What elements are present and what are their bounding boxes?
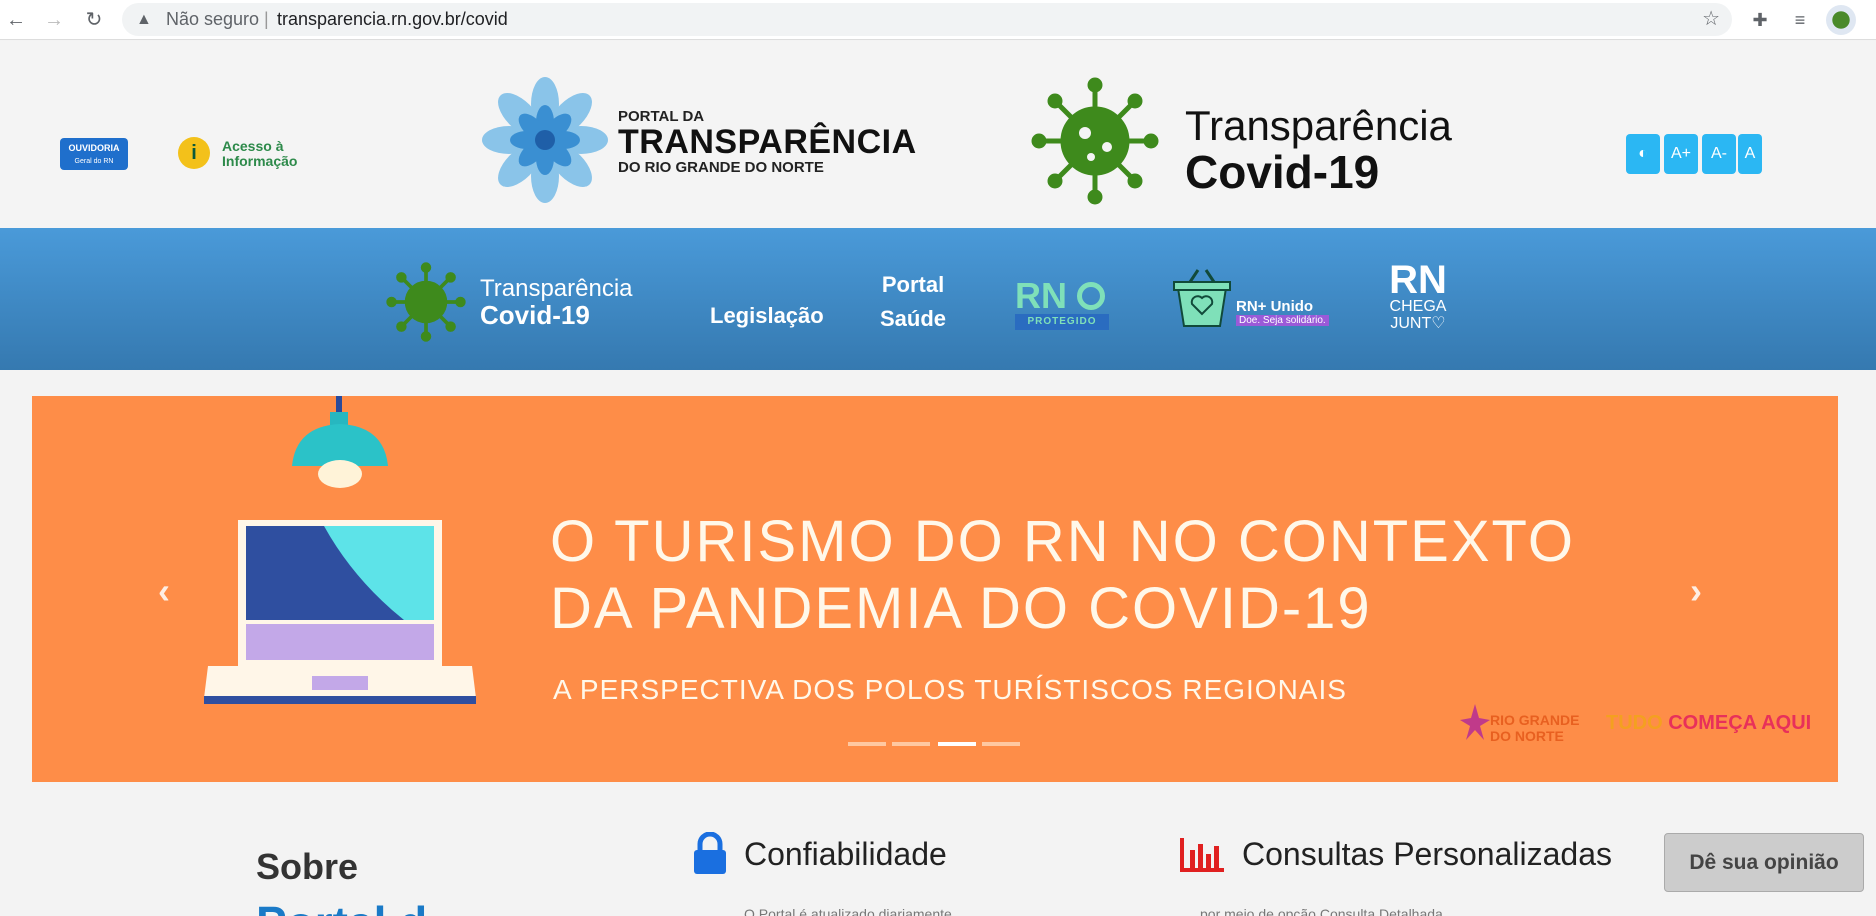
rn-protegido-badge xyxy=(1077,282,1105,310)
rn-chega-junto-link[interactable]: RN CHEGA JUNT♡ xyxy=(1386,258,1450,332)
portal-saude-line1: Portal xyxy=(881,272,945,297)
star-flower-icon xyxy=(1460,704,1490,740)
slogan-pre: TUDO xyxy=(1606,712,1663,734)
carousel-prev-icon[interactable]: ‹ xyxy=(158,570,170,612)
warning-icon[interactable]: ▲ xyxy=(136,3,152,36)
rn-protegido-label: PROTEGIDO xyxy=(1015,314,1109,330)
rn-protegido-link[interactable]: RN PROTEGIDO xyxy=(1015,278,1109,330)
portal-saude-line2: Saúde xyxy=(880,306,947,331)
back-icon[interactable]: ← xyxy=(2,6,30,34)
bookmark-star-icon[interactable]: ☆ xyxy=(1702,3,1720,36)
contrast-button[interactable]: ◐ xyxy=(1626,134,1660,174)
headline-line2: DA PANDEMIA DO COVID-19 xyxy=(550,576,1372,641)
nav-portal-saude-link[interactable]: Portal Saúde xyxy=(880,268,946,336)
ouvidoria-logo[interactable]: OUVIDORIA Geral do RN xyxy=(60,138,128,170)
reload-icon[interactable]: ↻ xyxy=(80,6,108,34)
acesso-informacao-logo[interactable]: i Acesso à Informação xyxy=(178,135,298,175)
nav-virus-icon[interactable] xyxy=(386,262,466,342)
rn-protegido-big: RN xyxy=(1015,275,1067,316)
rn-chega-line2: JUNT♡ xyxy=(1390,315,1446,332)
lamp-illustration xyxy=(292,396,388,488)
banner-headline: O TURISMO DO RN NO CONTEXTO DA PANDEMIA … xyxy=(550,508,1575,642)
lock-icon xyxy=(694,832,726,874)
slogan-main: COMEÇA AQUI xyxy=(1668,712,1812,734)
banner-subline: A PERSPECTIVA DOS POLOS TURÍSTISCOS REGI… xyxy=(553,674,1347,705)
font-decrease-button[interactable]: A- xyxy=(1702,134,1736,174)
nav-legislacao-link[interactable]: Legislação xyxy=(710,303,824,329)
address-bar[interactable]: ▲ Não seguro | transparencia.rn.gov.br/c… xyxy=(122,3,1732,36)
carousel-dot-2[interactable] xyxy=(892,742,930,746)
rn-chega-big: RN xyxy=(1389,258,1447,302)
extensions-icon[interactable]: ✚ xyxy=(1746,6,1774,34)
basket-heart-icon[interactable] xyxy=(1172,266,1232,328)
confiabilidade-text: O Portal é atualizado diariamente xyxy=(744,906,952,916)
ouvidoria-sub: Geral do RN xyxy=(74,158,114,165)
sobre-heading: Sobre xyxy=(256,846,359,887)
nav-covid-link[interactable]: Transparência Covid-19 xyxy=(480,275,633,330)
profile-avatar[interactable] xyxy=(1826,5,1856,35)
portal-heading: Portal d xyxy=(256,896,427,916)
confiabilidade-heading: Confiabilidade xyxy=(744,836,947,872)
carousel-next-icon[interactable]: › xyxy=(1690,570,1702,612)
feedback-button[interactable]: Dê sua opinião xyxy=(1664,833,1864,892)
headline-line1: O TURISMO DO RN NO CONTEXTO xyxy=(550,509,1576,574)
portal-big: TRANSPARÊNCIA xyxy=(618,123,917,161)
portal-flower-icon[interactable] xyxy=(482,77,608,203)
url-text[interactable]: transparencia.rn.gov.br/covid xyxy=(277,3,508,36)
portal-sub: DO RIO GRANDE DO NORTE xyxy=(618,159,824,176)
forward-icon[interactable]: → xyxy=(40,6,68,34)
rn-unido-link[interactable]: RN+ Unido Doe. Seja solidário. xyxy=(1236,298,1329,326)
rn-chega-line1: CHEGA xyxy=(1389,298,1447,315)
bar-chart-icon xyxy=(1180,838,1224,872)
url-separator: | xyxy=(264,9,269,29)
tudo-comeca-aqui-slogan: TUDO COMEÇA AQUI xyxy=(1606,712,1811,735)
rn-unido-sub: Doe. Seja solidário. xyxy=(1236,315,1329,326)
ouvidoria-label: OUVIDORIA xyxy=(68,143,120,153)
rn-tourism-text: RIO GRANDE DO NORTE xyxy=(1490,712,1580,744)
covid-line2: Covid-19 xyxy=(1185,146,1380,198)
font-reset-button[interactable]: A xyxy=(1738,134,1762,174)
nav-covid-line2: Covid-19 xyxy=(480,300,590,330)
browser-toolbar: ← → ↻ ▲ Não seguro | transparencia.rn.go… xyxy=(0,0,1876,40)
font-increase-button[interactable]: A+ xyxy=(1664,134,1698,174)
carousel-dot-1[interactable] xyxy=(848,742,886,746)
media-queue-icon[interactable]: ≡ xyxy=(1786,6,1814,34)
laptop-illustration xyxy=(204,520,476,704)
acesso-line1: Acesso à xyxy=(222,138,284,154)
portal-transparencia-logo-text[interactable]: PORTAL DA TRANSPARÊNCIA DO RIO GRANDE DO… xyxy=(618,108,917,176)
carousel-dot-3-active[interactable] xyxy=(938,742,976,746)
acesso-line2: Informação xyxy=(222,153,298,169)
covid-line1: Transparência xyxy=(1185,102,1452,149)
rn-unido-title: RN+ Unido xyxy=(1236,298,1314,315)
info-icon: i xyxy=(178,137,210,169)
nav-covid-line1: Transparência xyxy=(480,275,633,302)
carousel-dot-4[interactable] xyxy=(982,742,1020,746)
security-label[interactable]: Não seguro xyxy=(166,3,259,36)
virus-icon[interactable] xyxy=(1030,76,1160,206)
covid-logo-text[interactable]: Transparência Covid-19 xyxy=(1185,102,1452,198)
consultas-heading: Consultas Personalizadas xyxy=(1242,836,1612,872)
consultas-text: por meio de opção Consulta Detalhada xyxy=(1200,906,1443,916)
rn-tourism-logo: RIO GRANDE DO NORTE xyxy=(1460,702,1580,744)
